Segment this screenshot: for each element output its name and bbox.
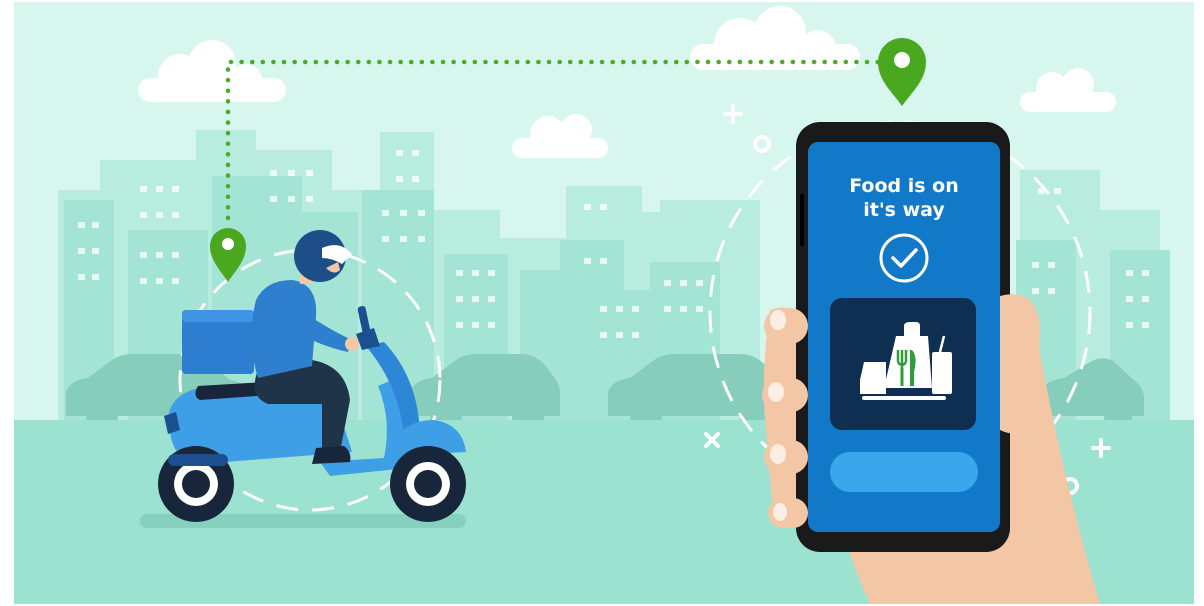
food-delivery-illustration: Food is on it's way xyxy=(0,0,1204,606)
rider-shoe xyxy=(312,446,351,464)
rider-hand xyxy=(345,337,359,351)
track-order-button[interactable] xyxy=(830,452,978,492)
hand-thumb xyxy=(1000,294,1040,434)
illustration-canvas: Food is on it's way xyxy=(14,2,1194,604)
phone-title-line1: Food is on xyxy=(849,175,959,197)
phone-title-line2: it's way xyxy=(863,199,945,221)
smartphone-icon: Food is on it's way xyxy=(796,122,1010,552)
